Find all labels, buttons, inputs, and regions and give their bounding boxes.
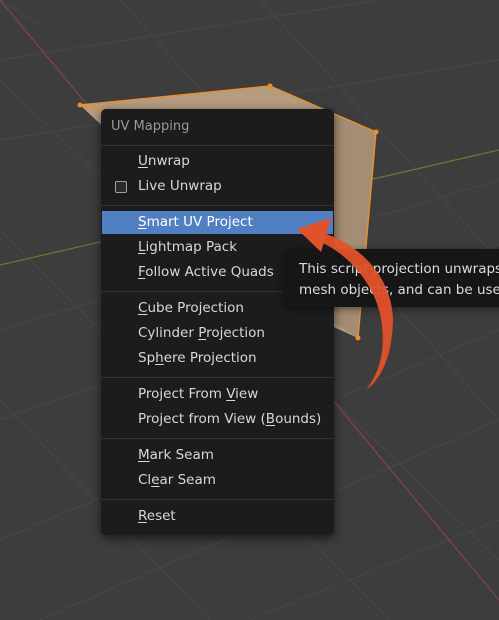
menu-item-reset[interactable]: Reset (101, 505, 334, 528)
menu-item-cylinder-projection[interactable]: Cylinder Projection (101, 322, 334, 345)
menu-title: UV Mapping (111, 119, 190, 134)
menu-item-unwrap[interactable]: Unwrap (101, 150, 334, 173)
menu-separator (101, 205, 334, 206)
tooltip-line: This script projection unwraps t (299, 261, 499, 277)
tooltip-line: mesh objects, and can be used (299, 282, 499, 298)
uv-mapping-menu: UV Mapping Unwrap Live Unwrap Smart UV P… (101, 109, 334, 535)
menu-separator (101, 377, 334, 378)
menu-item-smart-uv-project[interactable]: Smart UV Project (102, 211, 333, 234)
menu-item-mark-seam[interactable]: Mark Seam (101, 444, 334, 467)
menu-separator (101, 145, 334, 146)
menu-separator (101, 499, 334, 500)
menu-item-clear-seam[interactable]: Clear Seam (101, 469, 334, 492)
menu-item-project-from-view-bounds[interactable]: Project from View (Bounds) (101, 408, 334, 431)
menu-item-project-from-view[interactable]: Project From View (101, 383, 334, 406)
menu-separator (101, 438, 334, 439)
menu-item-sphere-projection[interactable]: Sphere Projection (101, 347, 334, 370)
tooltip: This script projection unwraps t mesh ob… (284, 249, 499, 307)
menu-item-live-unwrap[interactable]: Live Unwrap (101, 175, 334, 198)
live-unwrap-checkbox[interactable] (115, 181, 127, 193)
